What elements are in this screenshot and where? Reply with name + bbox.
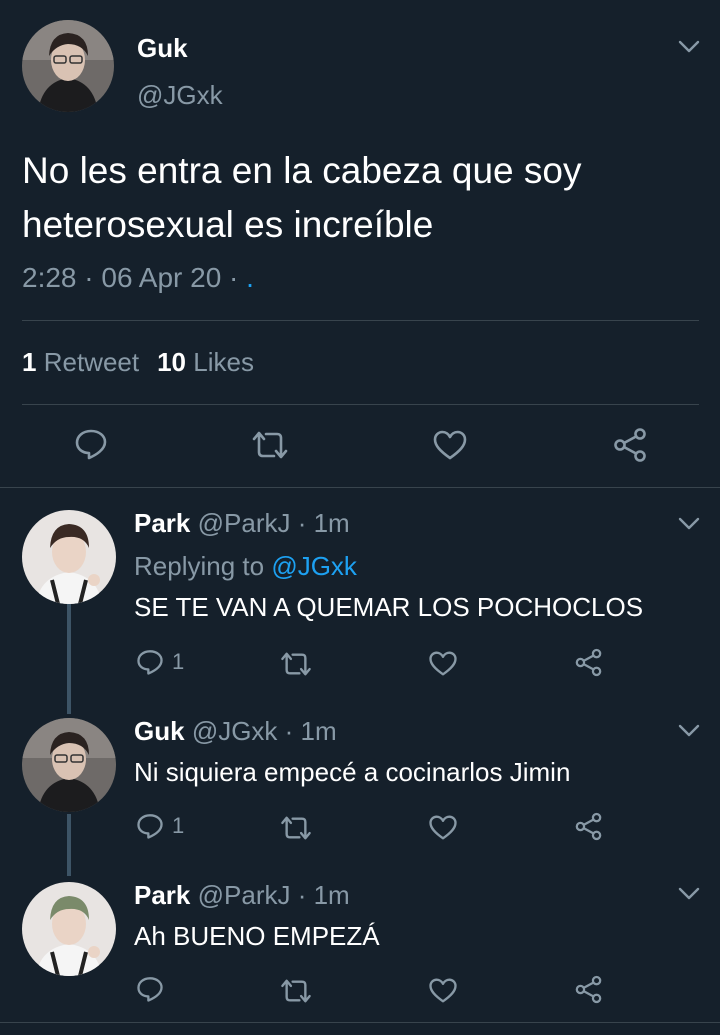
heart-icon — [429, 978, 457, 1003]
reply-tweet[interactable]: Guk @JGxk · 1m Ni siquiera empecé a coci… — [0, 698, 720, 870]
meta-separator: · — [221, 262, 247, 293]
retweets-count: 1 — [22, 347, 37, 377]
retweets-stat[interactable]: 1 Retweet — [22, 347, 139, 377]
likes-stat[interactable]: 10 Likes — [157, 347, 254, 377]
reply-button[interactable]: 1 — [136, 812, 184, 840]
reply-count: 1 — [172, 649, 185, 674]
replying-to-mention[interactable]: @JGxk — [271, 551, 357, 581]
avatar[interactable] — [22, 510, 116, 604]
reply-bubble-icon — [75, 429, 107, 460]
reply-bubble-icon — [137, 977, 163, 1002]
heart-icon — [429, 815, 457, 840]
likes-count: 10 — [157, 347, 187, 377]
chevron-down-icon[interactable] — [678, 724, 700, 738]
retweet-icon — [281, 816, 311, 840]
reply-time[interactable]: 1m — [314, 508, 350, 538]
reply-header: Guk @JGxk · 1m — [134, 716, 337, 746]
divider — [0, 1022, 720, 1023]
share-icon — [575, 648, 602, 677]
chevron-down-icon[interactable] — [678, 887, 700, 901]
chevron-down-icon[interactable] — [678, 40, 700, 54]
avatar[interactable] — [22, 20, 114, 112]
tweet-source-link[interactable]: . — [246, 262, 254, 293]
reply-header: Park @ParkJ · 1m — [134, 508, 350, 538]
likes-label: Likes — [193, 347, 254, 377]
retweets-label: Retweet — [43, 347, 140, 377]
user-handle[interactable]: @ParkJ — [198, 880, 291, 910]
reply-tweet[interactable]: Park @ParkJ · 1m Replying to @JGxk SE TE… — [0, 488, 720, 698]
like-button[interactable] — [432, 429, 468, 461]
display-name[interactable]: Park — [134, 880, 190, 910]
tweet-stats: 1 Retweet 10 Likes — [22, 347, 254, 378]
share-button[interactable] — [574, 648, 603, 677]
like-button[interactable] — [428, 814, 458, 841]
reply-button[interactable] — [136, 975, 172, 1003]
heart-icon — [429, 651, 457, 676]
reply-text: SE TE VAN A QUEMAR LOS POCHOCLOS — [134, 592, 644, 622]
display-name[interactable]: Guk — [134, 716, 185, 746]
divider — [22, 320, 699, 321]
tweet-text: No les entra en la cabeza que soy hetero… — [22, 150, 582, 245]
share-button[interactable] — [574, 812, 603, 841]
main-tweet: Guk @JGxk No les entra en la cabeza que … — [0, 0, 720, 488]
share-icon — [575, 975, 602, 1004]
retweet-icon — [252, 431, 288, 459]
retweet-button[interactable] — [279, 815, 313, 841]
reply-text: Ni siquiera empecé a cocinarlos Jimin — [134, 757, 571, 787]
share-icon — [614, 428, 646, 462]
reply-header: Park @ParkJ · 1m — [134, 880, 350, 910]
retweet-icon — [281, 979, 311, 1003]
reply-tweet[interactable]: Park @ParkJ · 1m Ah BUENO EMPEZÁ — [0, 870, 720, 1020]
reply-button[interactable] — [74, 427, 108, 461]
like-button[interactable] — [428, 650, 458, 677]
reply-time[interactable]: 1m — [314, 880, 350, 910]
retweet-button[interactable] — [250, 430, 290, 460]
display-name[interactable]: Guk — [137, 33, 188, 64]
reply-time[interactable]: 1m — [301, 716, 337, 746]
share-button[interactable] — [574, 975, 603, 1004]
tweet-date[interactable]: 06 Apr 20 — [101, 262, 221, 293]
replying-to-prefix: Replying to — [134, 551, 272, 581]
tweet-time[interactable]: 2:28 — [22, 262, 77, 293]
reply-bubble-icon — [137, 814, 163, 839]
retweet-button[interactable] — [279, 978, 313, 1004]
reply-button[interactable]: 1 — [136, 648, 184, 676]
reply-count: 1 — [172, 813, 185, 838]
replying-to: Replying to @JGxk — [134, 551, 357, 582]
like-button[interactable] — [428, 977, 458, 1004]
display-name[interactable]: Park — [134, 508, 190, 538]
chevron-down-icon[interactable] — [678, 517, 700, 531]
share-button[interactable] — [612, 427, 648, 463]
avatar[interactable] — [22, 718, 116, 812]
reply-text: Ah BUENO EMPEZÁ — [134, 921, 380, 951]
reply-bubble-icon — [137, 650, 163, 675]
divider — [22, 404, 699, 405]
meta-separator: · — [76, 262, 102, 293]
tweet-timestamp: 2:28 · 06 Apr 20 · . — [22, 262, 254, 294]
user-handle[interactable]: @JGxk — [192, 716, 278, 746]
heart-icon — [433, 430, 467, 460]
share-icon — [575, 812, 602, 841]
retweet-icon — [281, 652, 311, 676]
user-handle[interactable]: @ParkJ — [198, 508, 291, 538]
user-handle[interactable]: @JGxk — [137, 80, 223, 111]
retweet-button[interactable] — [279, 651, 313, 677]
avatar[interactable] — [22, 882, 116, 976]
